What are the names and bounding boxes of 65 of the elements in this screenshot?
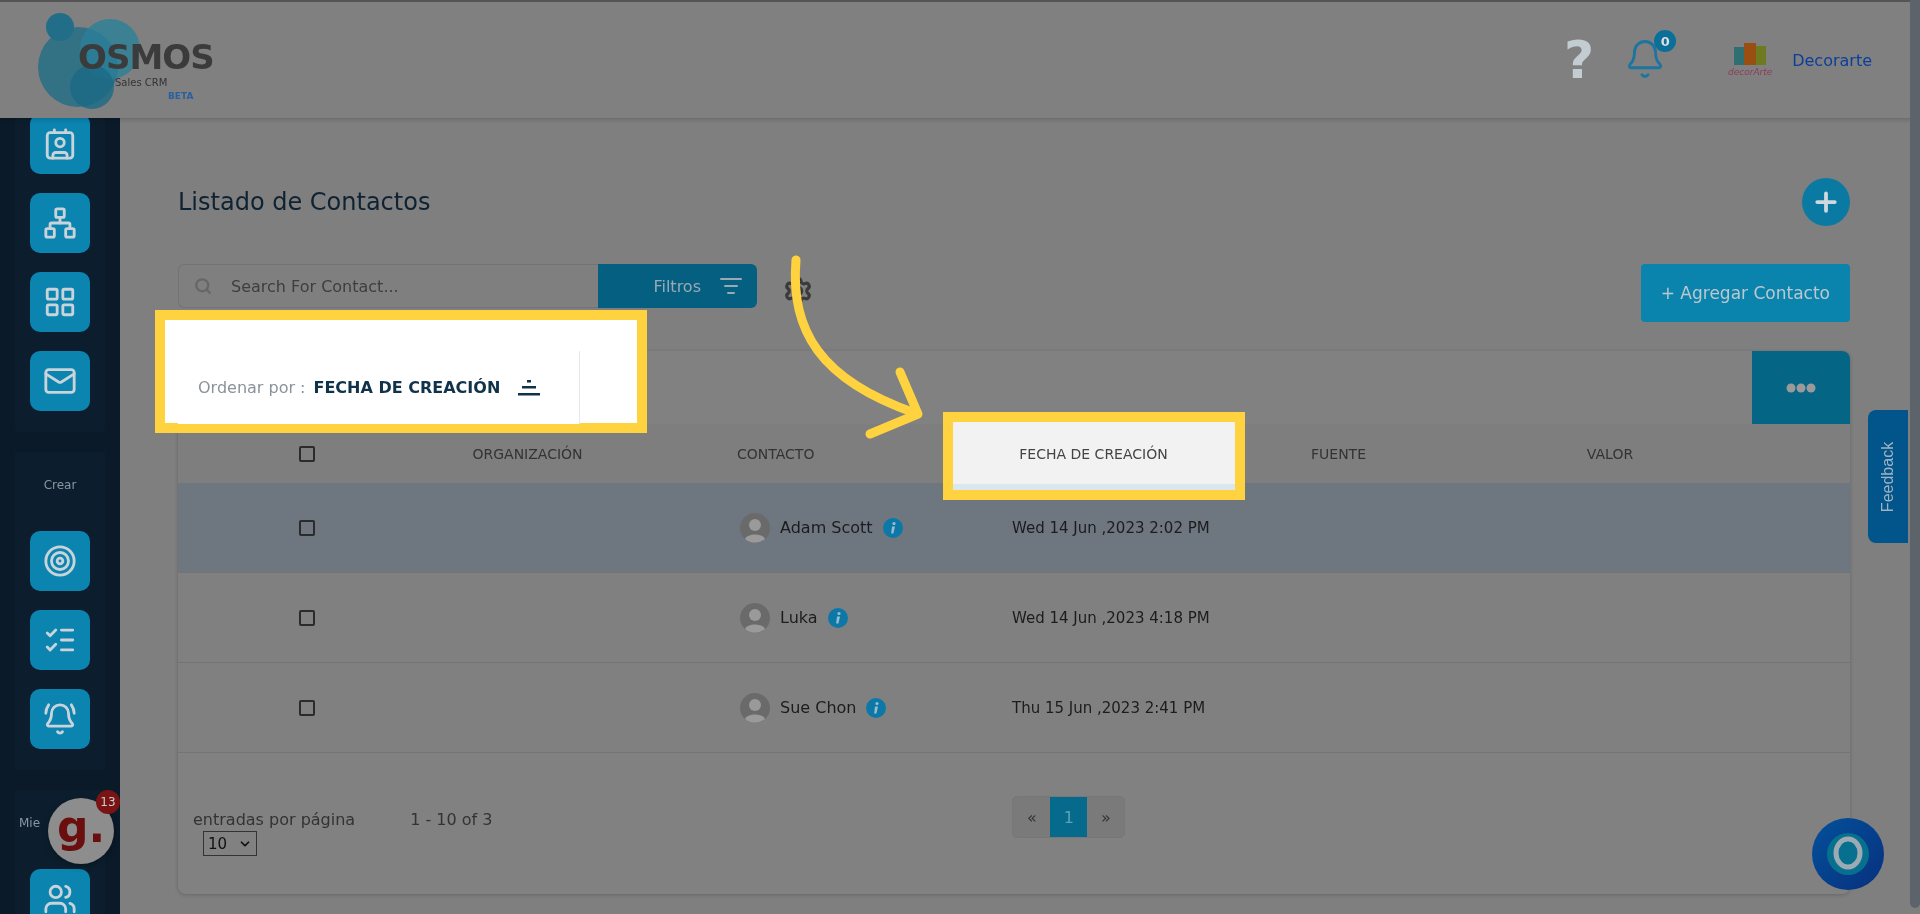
sidebar-button[interactable] [30, 272, 90, 332]
target-icon [43, 544, 77, 578]
sidebar-section-label: Mie [19, 816, 41, 830]
next-page-button[interactable]: » [1087, 797, 1125, 837]
search-icon [194, 277, 212, 295]
search-field[interactable]: Search For Contact... [178, 264, 598, 308]
per-page-select[interactable]: 10 [203, 831, 257, 856]
feedback-tab[interactable]: Feedback [1868, 410, 1908, 543]
row-checkbox[interactable] [298, 609, 315, 626]
more-button[interactable] [1752, 351, 1850, 424]
scrollbar[interactable] [1910, 0, 1920, 908]
sort-value[interactable]: FECHA DE CREACIÓN [313, 378, 501, 397]
row-checkbox[interactable] [298, 699, 315, 716]
more-icon [1786, 382, 1816, 393]
add-button[interactable] [1802, 178, 1850, 226]
hierarchy-icon [43, 206, 77, 240]
info-icon[interactable] [866, 697, 887, 718]
column-header[interactable]: ORGANIZACIÓN [472, 445, 583, 462]
table-row[interactable]: Luka Wed 14 Jun ,2023 4:18 PM [178, 573, 1850, 663]
grid-icon [43, 285, 77, 319]
avatar-icon [740, 512, 770, 543]
sort-label: Ordenar por : [198, 378, 306, 397]
select-all-checkbox[interactable] [298, 445, 315, 462]
sidebar-section-label: Crear [43, 478, 77, 492]
contact-name[interactable]: Adam Scott [780, 518, 873, 537]
page-title: Listado de Contactos [178, 188, 431, 216]
table-row[interactable]: Adam Scott Wed 14 Jun ,2023 2:02 PM [178, 483, 1850, 573]
table-row[interactable]: Sue Chon Thu 15 Jun ,2023 2:41 PM [178, 663, 1850, 753]
sort-icon[interactable] [518, 379, 541, 396]
avatar-icon [740, 692, 770, 723]
users-icon [43, 882, 77, 914]
company-logo-text: decorArte [1728, 67, 1773, 77]
company-name[interactable]: Decorarte [1792, 50, 1872, 70]
sidebar-button[interactable] [30, 531, 90, 591]
contact-name[interactable]: Luka [780, 608, 818, 627]
column-header[interactable]: CONTACTO [737, 445, 815, 462]
column-header[interactable]: FECHA DE CREACIÓN [1019, 445, 1168, 462]
chat-logo-icon [1826, 832, 1870, 876]
sidebar-button[interactable] [30, 193, 90, 253]
page-range: 1 - 10 of 3 [410, 810, 493, 829]
company-logo-icon [1732, 43, 1769, 67]
contact-name[interactable]: Sue Chon [780, 698, 857, 717]
created-date: Thu 15 Jun ,2023 2:41 PM [1011, 698, 1207, 717]
per-page-label: entradas por página [193, 810, 356, 829]
created-date: Wed 14 Jun ,2023 2:02 PM [1011, 518, 1211, 537]
contact-icon [43, 127, 77, 161]
created-date: Wed 14 Jun ,2023 4:18 PM [1011, 608, 1211, 627]
previous-page-button[interactable]: « [1013, 797, 1051, 837]
brand-tag: BETA [168, 91, 194, 101]
add-contact-button[interactable]: + Agregar Contacto [1640, 264, 1850, 322]
help-button[interactable]: ? [1564, 30, 1595, 90]
row-checkbox[interactable] [298, 519, 315, 536]
info-icon[interactable] [882, 517, 903, 538]
filters-button[interactable]: Filtros [598, 264, 757, 308]
brand-subtitle: Sales CRM [115, 77, 168, 88]
sidebar-button[interactable] [30, 351, 90, 411]
info-icon[interactable] [827, 607, 848, 628]
sidebar-button[interactable] [30, 689, 90, 749]
bell-icon [43, 702, 77, 736]
notification-count: 0 [1654, 30, 1677, 52]
sidebar-button[interactable] [30, 610, 90, 670]
avatar-icon [740, 602, 770, 633]
column-header[interactable]: VALOR [1586, 445, 1634, 462]
column-header[interactable]: FUENTE [1311, 445, 1366, 462]
page-button[interactable]: 1 [1050, 797, 1088, 837]
